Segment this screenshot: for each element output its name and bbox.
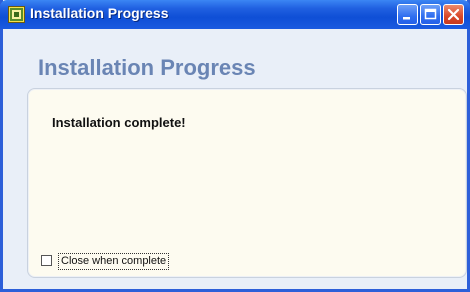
maximize-button[interactable]: [420, 4, 441, 25]
close-icon: [447, 8, 460, 21]
close-when-complete-checkbox[interactable]: [41, 255, 52, 266]
installer-app-icon: [8, 6, 25, 23]
minimize-icon: [403, 17, 410, 20]
page-heading: Installation Progress: [38, 55, 256, 80]
maximize-icon: [424, 8, 437, 20]
close-when-complete-label[interactable]: Close when complete: [58, 253, 170, 270]
title-bar[interactable]: Installation Progress: [0, 0, 470, 29]
installer-window: Installation Progress Installation Progr…: [0, 0, 470, 292]
window-title: Installation Progress: [30, 5, 169, 21]
status-message: Installation complete!: [52, 115, 186, 130]
close-button[interactable]: [443, 4, 464, 25]
minimize-button[interactable]: [397, 4, 418, 25]
progress-panel: Installation complete! Close when comple…: [27, 88, 467, 278]
